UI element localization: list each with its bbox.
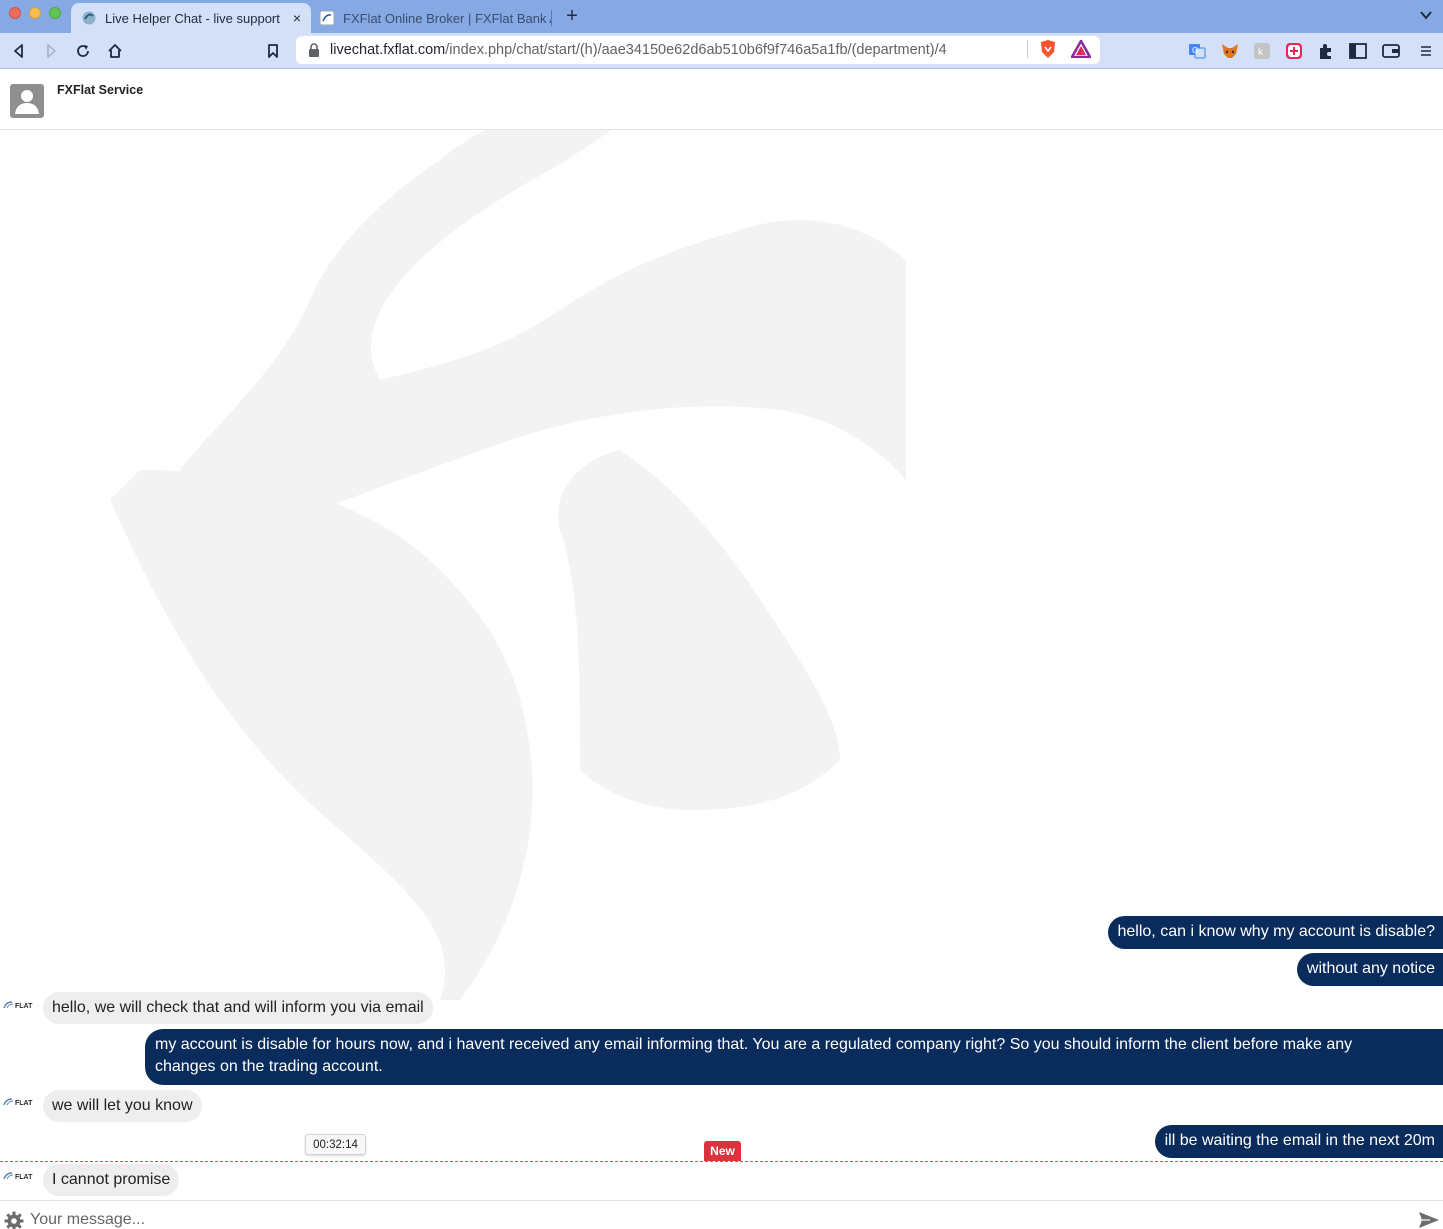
fxflat-operator-logo-icon: FLAT: [3, 1098, 33, 1107]
svg-text:G: G: [1192, 46, 1198, 55]
address-bar[interactable]: livechat.fxflat.com/index.php/chat/start…: [296, 36, 1100, 64]
operator-logo-text: FLAT: [15, 1100, 33, 1107]
url-path: /index.php/chat/start/(h)/aae34150e62d6a…: [445, 42, 947, 58]
message-incoming: I cannot promise: [43, 1164, 180, 1196]
operator-logo-text: FLAT: [15, 1174, 33, 1181]
window-close-button[interactable]: [9, 7, 21, 19]
message-text: ill be waiting the email in the next 20m: [1164, 1132, 1435, 1149]
tab-fxflat-broker[interactable]: FXFlat Online Broker | FXFlat Bank A: [311, 3, 551, 33]
tab-separator: [551, 10, 552, 26]
tab-close-icon[interactable]: ×: [287, 10, 307, 26]
avatar-user-icon: [10, 84, 44, 118]
brave-rewards-icon[interactable]: [1071, 39, 1091, 59]
message-outgoing: ill be waiting the email in the next 20m: [1154, 1125, 1443, 1158]
message-text: I cannot promise: [52, 1171, 171, 1188]
chat-favicon-icon: [81, 10, 97, 26]
reload-icon[interactable]: [72, 40, 94, 62]
message-composer: [0, 1200, 1443, 1229]
message-text: hello, can i know why my account is disa…: [1117, 923, 1436, 940]
fxflat-operator-logo-icon: FLAT: [3, 1001, 33, 1010]
tab-list-chevron-icon[interactable]: [1419, 8, 1433, 22]
message-text: without any notice: [1306, 960, 1435, 977]
new-messages-badge: New: [704, 1141, 741, 1161]
message-incoming: we will let you know: [43, 1090, 202, 1122]
chat-header-title: FXFlat Service: [57, 83, 144, 97]
sidebar-icon[interactable]: [1348, 41, 1368, 61]
tab-live-helper-chat[interactable]: Live Helper Chat - live support ×: [71, 3, 311, 33]
message-outgoing: without any notice: [1296, 953, 1443, 986]
brave-shields-icon[interactable]: [1038, 39, 1058, 59]
metamask-icon[interactable]: [1220, 41, 1240, 61]
message-text: we will let you know: [52, 1097, 193, 1114]
wallet-icon[interactable]: [1381, 41, 1401, 61]
chat-page: FXFlat Service hello, can i know why my …: [0, 70, 1443, 1229]
message-text: my account is disable for hours now, and…: [155, 1036, 1353, 1075]
new-tab-button[interactable]: +: [562, 5, 582, 28]
url-host: livechat.fxflat.com: [330, 42, 446, 58]
addon-icon[interactable]: [1284, 41, 1304, 61]
fxflat-operator-logo-icon: FLAT: [3, 1172, 33, 1181]
window-zoom-button[interactable]: [49, 7, 61, 19]
timestamp-tooltip: 00:32:14: [305, 1134, 366, 1155]
fxflat-favicon-icon: [319, 10, 335, 26]
message-input[interactable]: [30, 1207, 1400, 1229]
chat-header: FXFlat Service: [0, 70, 1443, 130]
new-messages-divider: [0, 1161, 1443, 1162]
address-bar-separator: [1027, 40, 1028, 58]
message-text: hello, we will check that and will infor…: [52, 999, 424, 1016]
send-icon[interactable]: [1418, 1209, 1440, 1229]
tab-title: Live Helper Chat - live support: [105, 10, 280, 26]
message-outgoing: hello, can i know why my account is disa…: [1107, 916, 1443, 949]
lock-icon: [308, 43, 320, 57]
message-incoming: hello, we will check that and will infor…: [43, 992, 433, 1024]
home-icon[interactable]: [104, 40, 126, 62]
menu-icon[interactable]: [1416, 41, 1436, 61]
operator-logo-text: FLAT: [15, 1003, 33, 1010]
browser-toolbar: livechat.fxflat.com/index.php/chat/start…: [0, 33, 1443, 69]
forward-icon[interactable]: [40, 40, 62, 62]
message-outgoing: my account is disable for hours now, and…: [145, 1029, 1443, 1085]
fxflat-eagle-watermark: [110, 70, 906, 1000]
back-icon[interactable]: [8, 40, 30, 62]
gear-icon[interactable]: [4, 1211, 24, 1229]
reader-icon[interactable]: k: [1252, 41, 1272, 61]
tab-title: FXFlat Online Broker | FXFlat Bank A: [343, 10, 551, 26]
bookmark-icon[interactable]: [262, 40, 284, 62]
browser-tab-bar: Live Helper Chat - live support × FXFlat…: [0, 0, 1443, 33]
translate-icon[interactable]: G: [1187, 41, 1207, 61]
window-minimize-button[interactable]: [29, 7, 41, 19]
puzzle-icon[interactable]: [1316, 41, 1336, 61]
